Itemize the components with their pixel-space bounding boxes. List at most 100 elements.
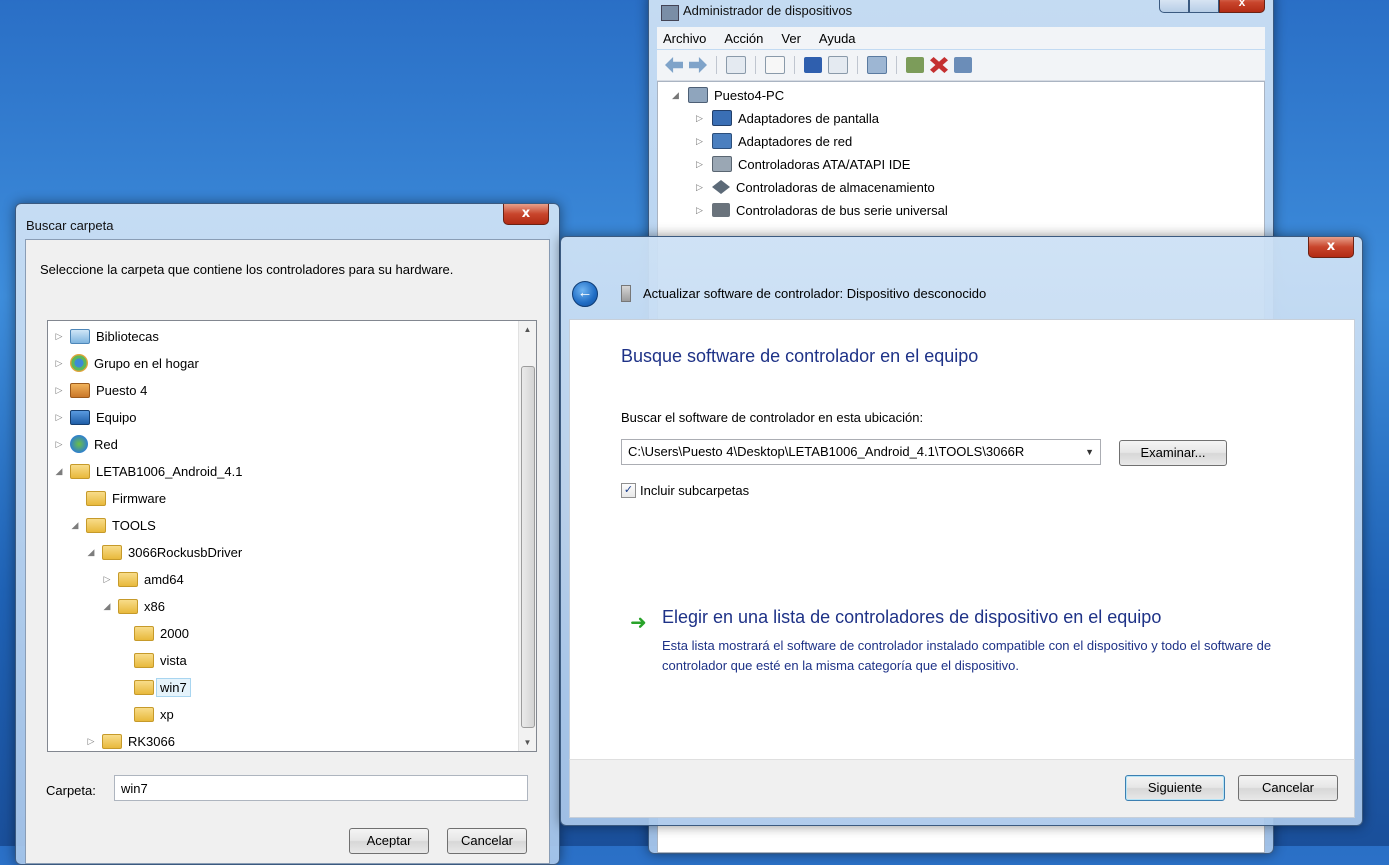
help-icon[interactable] xyxy=(804,57,822,73)
close-button[interactable]: x xyxy=(1219,0,1265,13)
device-manager-icon xyxy=(661,5,679,21)
folder-item[interactable]: ▷ Equipo xyxy=(54,405,136,429)
folder-item[interactable]: ◢ x86 xyxy=(102,594,165,618)
folder-label: Grupo en el hogar xyxy=(94,355,199,371)
collapse-arrow-icon[interactable]: ◢ xyxy=(70,520,80,531)
browse-button[interactable]: Examinar... xyxy=(1119,440,1227,466)
expand-arrow-icon[interactable]: ▷ xyxy=(696,136,706,147)
forward-icon[interactable] xyxy=(689,57,707,73)
expand-arrow-icon[interactable]: ▷ xyxy=(54,358,64,369)
expand-arrow-icon[interactable]: ▷ xyxy=(696,205,706,216)
folder-item[interactable]: 2000 xyxy=(134,621,189,645)
dialog-body: Seleccione la carpeta que contiene los c… xyxy=(25,239,550,864)
update-driver-wizard: x ← Actualizar software de controlador: … xyxy=(560,236,1363,826)
tree-item[interactable]: ▷ Controladoras ATA/ATAPI IDE xyxy=(696,153,910,175)
expand-arrow-icon[interactable]: ▷ xyxy=(102,574,112,585)
folder-label: Firmware xyxy=(112,490,167,506)
menu-accion[interactable]: Acción xyxy=(724,31,763,46)
menu-archivo[interactable]: Archivo xyxy=(663,31,706,46)
collapse-arrow-icon[interactable]: ◢ xyxy=(54,466,64,477)
back-arrow-icon[interactable]: ← xyxy=(572,281,598,307)
collapse-arrow-icon[interactable]: ◢ xyxy=(102,601,112,612)
include-subfolders-checkbox[interactable]: ✓ Incluir subcarpetas xyxy=(621,483,749,498)
folder-item[interactable]: ▷ Grupo en el hogar xyxy=(54,351,199,375)
dialog-title: Buscar carpeta xyxy=(26,218,114,233)
expand-arrow-icon[interactable]: ▷ xyxy=(54,331,64,342)
folder-label: TOOLS xyxy=(112,517,156,533)
maximize-button[interactable] xyxy=(1189,0,1219,13)
folder-item[interactable]: xp xyxy=(134,702,174,726)
dropdown-arrow-icon[interactable]: ▼ xyxy=(1085,440,1094,464)
scroll-thumb[interactable] xyxy=(521,366,535,728)
folder-item[interactable]: ◢ LETAB1006_Android_4.1 xyxy=(54,459,242,483)
toolbar-separator xyxy=(896,56,897,74)
folder-label: LETAB1006_Android_4.1 xyxy=(96,463,243,479)
folder-field[interactable] xyxy=(114,775,528,801)
display-adapter-icon xyxy=(712,110,732,126)
checkbox-checked-icon[interactable]: ✓ xyxy=(621,483,636,498)
scroll-down-icon[interactable]: ▼ xyxy=(519,734,536,751)
expand-arrow-icon[interactable]: ▷ xyxy=(54,412,64,423)
collapse-arrow-icon[interactable]: ◢ xyxy=(86,547,96,558)
console-tree-icon[interactable] xyxy=(726,56,746,74)
tree-root[interactable]: ◢ Puesto4-PC xyxy=(672,84,784,106)
menu-ayuda[interactable]: Ayuda xyxy=(819,31,856,46)
user-folder-icon xyxy=(70,382,90,398)
close-button[interactable]: x xyxy=(503,204,549,225)
accept-button[interactable]: Aceptar xyxy=(349,828,429,854)
include-subfolders-label: Incluir subcarpetas xyxy=(640,483,750,498)
cancel-button[interactable]: Cancelar xyxy=(447,828,527,854)
folder-item-selected[interactable]: win7 xyxy=(134,675,191,699)
toolbar-separator xyxy=(857,56,858,74)
action-pane-icon[interactable] xyxy=(828,56,848,74)
folder-icon xyxy=(118,571,138,587)
expand-arrow-icon[interactable]: ▷ xyxy=(696,159,706,170)
folder-item[interactable]: ▷ Red xyxy=(54,432,118,456)
next-button[interactable]: Siguiente xyxy=(1125,775,1225,801)
toolbar-separator xyxy=(794,56,795,74)
folder-label: xp xyxy=(160,706,174,722)
menu-ver[interactable]: Ver xyxy=(781,31,801,46)
driver-path-combobox[interactable]: C:\Users\Puesto 4\Desktop\LETAB1006_Andr… xyxy=(621,439,1101,465)
tree-item[interactable]: ▷ Controladoras de bus serie universal xyxy=(696,199,948,221)
folder-item[interactable]: ▷ amd64 xyxy=(102,567,184,591)
collapse-arrow-icon[interactable]: ◢ xyxy=(672,90,682,101)
folder-item[interactable]: ▷ Puesto 4 xyxy=(54,378,147,402)
folder-label: 2000 xyxy=(160,625,189,641)
folder-icon xyxy=(134,652,154,668)
folder-item[interactable]: ◢ 3066RockusbDriver xyxy=(86,540,242,564)
update-driver-icon[interactable] xyxy=(906,57,924,73)
folder-label: Red xyxy=(94,436,118,452)
back-icon[interactable] xyxy=(665,57,683,73)
folder-item[interactable]: ◢ TOOLS xyxy=(70,513,156,537)
vertical-scrollbar[interactable]: ▲ ▼ xyxy=(518,321,536,751)
properties-icon[interactable] xyxy=(765,56,785,74)
tree-item[interactable]: ▷ Controladoras de almacenamiento xyxy=(696,176,935,198)
folder-item[interactable]: ▷ Bibliotecas xyxy=(54,324,159,348)
folder-label: 3066RockusbDriver xyxy=(128,544,243,560)
minimize-button[interactable] xyxy=(1159,0,1189,13)
folder-item[interactable]: Firmware xyxy=(86,486,166,510)
disable-device-icon[interactable] xyxy=(954,57,972,73)
close-button[interactable]: x xyxy=(1308,237,1354,258)
folder-label: x86 xyxy=(144,598,165,614)
cancel-button[interactable]: Cancelar xyxy=(1238,775,1338,801)
expand-arrow-icon[interactable]: ▷ xyxy=(86,736,96,747)
tree-item[interactable]: ▷ Adaptadores de pantalla xyxy=(696,107,879,129)
folder-icon xyxy=(86,490,106,506)
choose-from-list-link[interactable]: Elegir en una lista de controladores de … xyxy=(662,607,1161,628)
expand-arrow-icon[interactable]: ▷ xyxy=(54,439,64,450)
folder-label: Equipo xyxy=(96,409,137,425)
browse-folder-dialog: Buscar carpeta x Seleccione la carpeta q… xyxy=(15,203,560,865)
folder-label: win7 xyxy=(156,677,191,697)
folder-icon xyxy=(70,463,90,479)
uninstall-icon[interactable] xyxy=(930,57,948,73)
folder-item[interactable]: ▷ RK3066 xyxy=(86,729,175,751)
scan-hardware-icon[interactable] xyxy=(867,56,887,74)
tree-item[interactable]: ▷ Adaptadores de red xyxy=(696,130,852,152)
expand-arrow-icon[interactable]: ▷ xyxy=(696,113,706,124)
folder-item[interactable]: vista xyxy=(134,648,187,672)
scroll-up-icon[interactable]: ▲ xyxy=(519,321,536,338)
expand-arrow-icon[interactable]: ▷ xyxy=(54,385,64,396)
expand-arrow-icon[interactable]: ▷ xyxy=(696,182,706,193)
